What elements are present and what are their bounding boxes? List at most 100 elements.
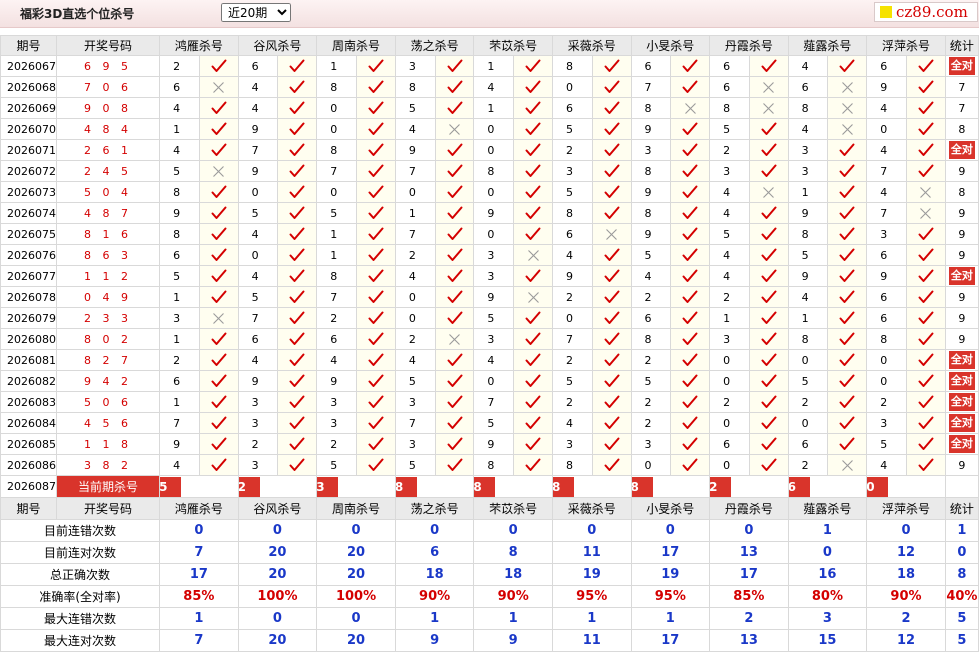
summary-value: 90% — [394, 585, 475, 608]
kill-number-cell: 9 — [237, 118, 279, 140]
all-right-badge: 全对 — [948, 414, 975, 432]
kill-number-cell: 5 — [787, 244, 829, 266]
summary-value: 17 — [630, 541, 711, 564]
summary-value: 18 — [394, 563, 475, 586]
table-row: 2026069 9 0 844051688847 — [0, 97, 979, 119]
kill-number-cell: 2 — [394, 328, 436, 350]
logo-square-icon — [880, 6, 892, 18]
check-icon — [906, 391, 946, 413]
summary-col-issue: 期号 — [0, 497, 57, 520]
kill-number-cell: 8 — [159, 181, 200, 203]
kill-number-cell: 3 — [394, 391, 436, 413]
kill-number-cell: 8 — [316, 265, 358, 287]
check-icon — [513, 328, 553, 350]
check-icon — [434, 97, 475, 119]
check-icon — [670, 328, 711, 350]
kill-number-cell: 3 — [237, 412, 279, 434]
check-icon — [198, 454, 239, 476]
check-icon — [748, 118, 789, 140]
kill-number-cell: 7 — [866, 160, 907, 182]
summary-value: 85% — [709, 585, 789, 608]
col-issue: 期号 — [0, 35, 57, 56]
check-icon — [591, 181, 632, 203]
kill-number-cell: 7 — [394, 223, 436, 245]
kill-number-cell: 4 — [787, 55, 829, 77]
current-kill-cell: 6 — [787, 475, 868, 498]
check-icon — [670, 118, 711, 140]
kill-number-cell: 4 — [866, 97, 907, 119]
summary-value: 12 — [866, 629, 946, 652]
check-icon — [356, 97, 396, 119]
issue-cell: 2026085 — [0, 433, 57, 455]
kill-number-cell: 5 — [551, 370, 593, 392]
kill-number-cell: 2 — [551, 139, 593, 161]
col-stat: 统计 — [944, 35, 979, 56]
summary-stat: 1 — [944, 519, 979, 542]
check-icon — [591, 97, 632, 119]
table-body: 2026067 6 9 5 2 6 1 3 1 8 6 6 4 6 全对 2026068 7 0 66488… — [0, 55, 979, 652]
summary-value: 100% — [237, 585, 318, 608]
check-icon — [356, 307, 396, 329]
check-icon — [513, 55, 553, 77]
check-icon — [356, 181, 396, 203]
check-icon — [356, 370, 396, 392]
all-right-badge: 全对 — [948, 351, 975, 369]
check-icon — [748, 307, 789, 329]
summary-row: 准确率(全对率) 85% 100% 100% 90% 90% 95% 95% 85% 80% 90%… — [0, 585, 979, 608]
kill-number-cell: 3 — [473, 328, 515, 350]
cross-icon — [827, 118, 868, 140]
check-icon — [748, 286, 789, 308]
check-icon — [356, 412, 396, 434]
period-select[interactable]: 近20期 — [221, 3, 291, 22]
check-icon — [277, 139, 318, 161]
cross-icon — [906, 181, 946, 203]
check-icon — [277, 97, 318, 119]
col-expert: 周南杀号 — [316, 35, 396, 56]
summary-value: 20 — [316, 629, 396, 652]
kill-number-cell: 5 — [316, 202, 358, 224]
summary-value: 12 — [866, 541, 946, 564]
check-icon — [277, 223, 318, 245]
kill-number-cell: 7 — [394, 412, 436, 434]
check-icon — [591, 328, 632, 350]
kill-number-cell: 6 — [551, 97, 593, 119]
stat-cell: 9 — [944, 454, 979, 476]
summary-stat: 8 — [944, 563, 979, 586]
cross-icon — [434, 328, 475, 350]
kill-number-cell: 3 — [473, 244, 515, 266]
stat-cell: 全对 — [944, 412, 979, 434]
check-icon — [748, 244, 789, 266]
draw-code-cell: 8 0 2 — [55, 328, 161, 350]
site-logo[interactable]: cz89.com — [874, 2, 978, 22]
check-icon — [670, 391, 711, 413]
summary-value: 1 — [630, 607, 711, 630]
check-icon — [513, 433, 553, 455]
check-icon — [748, 412, 789, 434]
kill-number-cell: 8 — [630, 160, 672, 182]
check-icon — [198, 223, 239, 245]
summary-value: 0 — [316, 519, 396, 542]
kill-number-cell: 6 — [159, 76, 200, 98]
kill-number-cell: 5 — [551, 118, 593, 140]
check-icon — [906, 412, 946, 434]
draw-code-cell: 9 4 2 — [55, 370, 161, 392]
kill-number-cell: 4 — [709, 265, 750, 287]
check-icon — [748, 160, 789, 182]
check-icon — [198, 139, 239, 161]
check-icon — [670, 76, 711, 98]
kill-number-cell: 7 — [159, 412, 200, 434]
kill-number-cell: 2 — [394, 244, 436, 266]
check-icon — [670, 139, 711, 161]
kill-number-cell: 0 — [551, 76, 593, 98]
table-row: 2026076 8 6 360123454569 — [0, 244, 979, 266]
kill-number-cell: 8 — [787, 223, 829, 245]
kill-number-cell: 6 — [709, 433, 750, 455]
kill-number-cell: 4 — [866, 454, 907, 476]
check-icon — [356, 160, 396, 182]
check-icon — [198, 433, 239, 455]
check-icon — [591, 139, 632, 161]
table-row: 2026067 6 9 5 2 6 1 3 1 8 6 6 4 6 全对 — [0, 55, 979, 77]
check-icon — [513, 412, 553, 434]
check-icon — [198, 370, 239, 392]
kill-number-cell: 8 — [159, 223, 200, 245]
